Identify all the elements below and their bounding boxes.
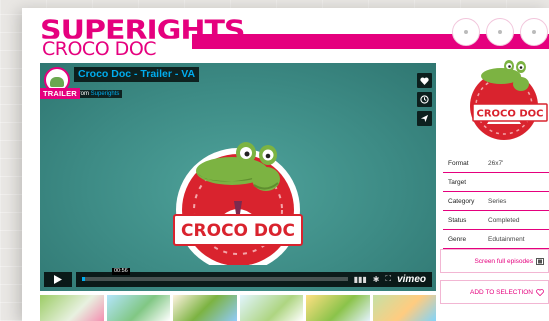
like-button[interactable] xyxy=(417,73,432,88)
detail-row-category: Category Series xyxy=(443,192,549,211)
detail-row-format: Format 26x7' xyxy=(443,154,549,173)
share-button-3[interactable] xyxy=(520,18,548,46)
share-icon xyxy=(498,30,502,34)
share-buttons xyxy=(452,18,548,46)
add-selection-label: ADD TO SELECTION xyxy=(470,288,533,296)
page-title: CROCO DOC xyxy=(42,38,157,60)
thumbnail[interactable] xyxy=(106,295,170,321)
video-player[interactable]: CROCO DOC Croco Doc - Trailer - VA from … xyxy=(40,63,436,291)
clock-icon xyxy=(420,95,429,104)
thumbnail[interactable] xyxy=(306,295,370,321)
video-controls: 00:56 ▮▮▮ ✱ ⛶ vimeo xyxy=(44,268,432,287)
logo-text: CROCO DOC xyxy=(181,221,295,241)
volume-icon[interactable]: ▮▮▮ xyxy=(354,275,367,284)
brand-logo: SUPERIGHTS xyxy=(40,17,245,39)
series-poster[interactable]: CROCO DOC xyxy=(459,54,549,144)
details-table: Format 26x7' Target Category Series Stat… xyxy=(443,154,549,249)
screen-episodes-label: Screen full episodes xyxy=(474,257,533,265)
progress-track[interactable]: 00:56 xyxy=(82,268,348,281)
detail-label: Category xyxy=(448,197,475,205)
watch-later-button[interactable] xyxy=(417,92,432,107)
detail-label: Status xyxy=(448,216,467,224)
channel-link[interactable]: Superights xyxy=(91,91,120,97)
episode-thumbnails xyxy=(40,295,436,321)
detail-value: 26x7' xyxy=(488,159,504,167)
video-from: from Superights xyxy=(74,90,123,98)
film-icon xyxy=(536,257,544,265)
detail-value: Completed xyxy=(488,216,520,224)
detail-value: Series xyxy=(488,197,507,205)
heart-icon xyxy=(420,76,429,85)
detail-row-status: Status Completed xyxy=(443,211,549,230)
add-to-selection-button[interactable]: ADD TO SELECTION xyxy=(440,280,549,304)
share-icon xyxy=(532,30,536,34)
vimeo-logo[interactable]: vimeo xyxy=(397,274,426,285)
thumbnail[interactable] xyxy=(40,295,104,321)
time-label: 00:56 xyxy=(112,268,130,275)
thumbnail[interactable] xyxy=(372,295,436,321)
heart-outline-icon xyxy=(536,288,544,296)
progress-bar[interactable]: 00:56 ▮▮▮ ✱ ⛶ vimeo xyxy=(76,268,432,287)
detail-value: Edutainment xyxy=(488,235,525,243)
share-icon xyxy=(464,30,468,34)
detail-label: Target xyxy=(448,178,467,186)
share-video-button[interactable] xyxy=(417,111,432,126)
detail-label: Format xyxy=(448,159,469,167)
play-button[interactable] xyxy=(44,271,72,287)
thumbnail[interactable] xyxy=(173,295,237,321)
progress-fill xyxy=(82,277,85,281)
play-icon xyxy=(54,274,62,284)
share-button-1[interactable] xyxy=(452,18,480,46)
settings-icon[interactable]: ✱ xyxy=(373,275,380,284)
trailer-badge: TRAILER xyxy=(40,88,80,99)
share-button-2[interactable] xyxy=(486,18,514,46)
screen-episodes-button[interactable]: Screen full episodes xyxy=(440,249,549,273)
send-icon xyxy=(420,114,429,123)
detail-row-target: Target xyxy=(443,173,549,192)
detail-label: Genre xyxy=(448,235,467,243)
video-side-actions xyxy=(417,73,432,126)
fullscreen-icon[interactable]: ⛶ xyxy=(385,274,391,284)
poster-logo-text: CROCO DOC xyxy=(476,109,543,120)
croco-doc-logo: CROCO DOC xyxy=(146,115,330,272)
thumbnail[interactable] xyxy=(239,295,303,321)
detail-row-genre: Genre Edutainment xyxy=(443,230,549,249)
video-title[interactable]: Croco Doc - Trailer - VA xyxy=(74,67,200,82)
series-card: SUPERIGHTS CROCO DOC CROCO DOC Croco Doc… xyxy=(22,8,549,321)
